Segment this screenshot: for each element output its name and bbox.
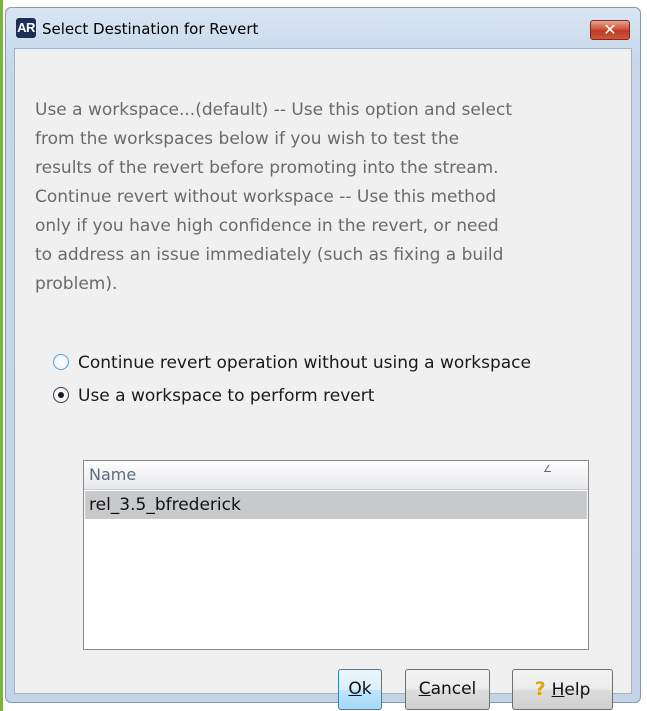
description-line: to address an issue immediately (such as… <box>35 245 504 265</box>
help-icon: ? <box>534 678 546 700</box>
description-line: only if you have high confidence in the … <box>35 216 499 236</box>
dialog-client-area: Use a workspace...(default) -- Use this … <box>14 48 632 710</box>
radio-without-workspace[interactable] <box>53 354 69 370</box>
radio-without-workspace-label[interactable]: Continue revert operation without using … <box>78 350 531 376</box>
column-name-label: Name <box>89 465 137 484</box>
close-button[interactable]: ✕ <box>590 20 630 40</box>
workspace-list[interactable]: Name ∠ rel_3.5_bfrederick <box>83 460 589 650</box>
title-bar[interactable]: AR Select Destination for Revert ✕ <box>6 8 640 48</box>
workspace-row[interactable]: rel_3.5_bfrederick <box>85 491 587 519</box>
list-header-name[interactable]: Name ∠ <box>84 461 588 490</box>
ok-mnemonic: O <box>348 679 362 699</box>
description-line: from the workspaces below if you wish to… <box>35 129 460 149</box>
help-label-rest: elp <box>564 680 591 700</box>
cancel-label-rest: ancel <box>430 679 477 699</box>
ok-label-rest: k <box>361 679 372 699</box>
dialog-title: Select Destination for Revert <box>42 20 259 38</box>
help-button[interactable]: ? Help <box>512 669 613 710</box>
cancel-button[interactable]: Cancel <box>405 669 490 710</box>
dialog-window: AR Select Destination for Revert ✕ Use a… <box>5 7 641 710</box>
radio-use-workspace[interactable] <box>53 387 69 403</box>
description-line: Continue revert without workspace -- Use… <box>35 187 497 207</box>
background-edge <box>0 0 3 711</box>
cancel-mnemonic: C <box>418 679 431 699</box>
app-icon: AR <box>16 18 36 38</box>
description-line: problem). <box>35 274 118 294</box>
description-line: Use a workspace...(default) -- Use this … <box>35 100 513 120</box>
ok-button[interactable]: Ok <box>338 669 382 710</box>
description-text: Use a workspace...(default) -- Use this … <box>35 96 625 299</box>
description-line: results of the revert before promoting i… <box>35 158 499 178</box>
radio-use-workspace-label[interactable]: Use a workspace to perform revert <box>78 383 374 409</box>
sort-indicator-icon: ∠ <box>543 464 552 475</box>
help-mnemonic: H <box>551 680 565 700</box>
